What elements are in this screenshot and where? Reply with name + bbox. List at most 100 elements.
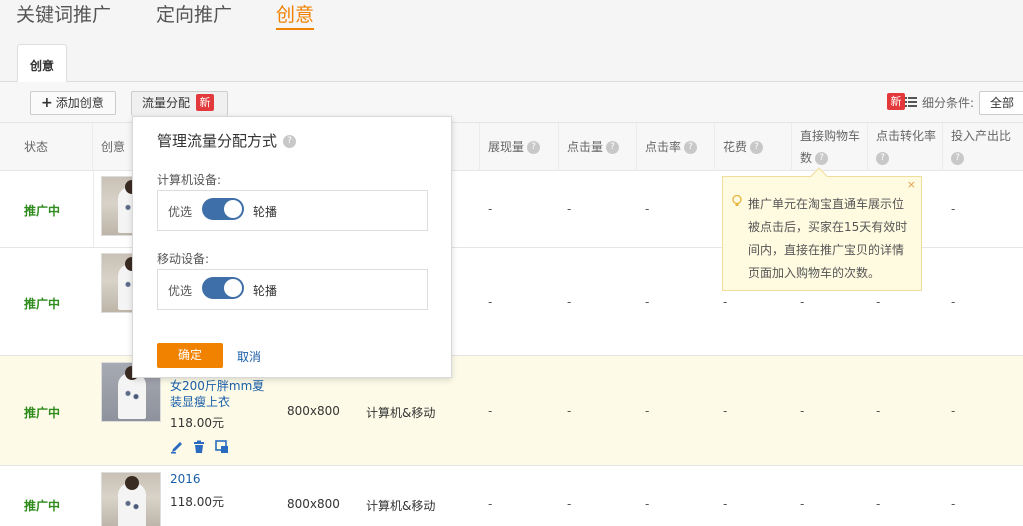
filter-label: 细分条件:: [922, 96, 975, 110]
add-creative-label: 添加创意: [55, 96, 104, 110]
th-roi-label: 投入产出比: [951, 129, 1012, 143]
th-cart: 直接购物车数?: [792, 123, 868, 171]
th-cart-label: 直接购物车: [800, 129, 861, 143]
tab-creative[interactable]: 创意: [276, 0, 315, 30]
mobile-allocation-toggle[interactable]: [202, 277, 244, 299]
creative-size: 800x800: [287, 404, 340, 418]
th-cart-label-2: 数: [800, 151, 813, 165]
th-roi: 投入产出比?: [943, 123, 1023, 171]
conversion-value: -: [876, 295, 881, 309]
help-icon[interactable]: ?: [815, 152, 829, 165]
th-conversion: 点击转化率?: [868, 123, 943, 171]
traffic-allocation-popover: 管理流量分配方式? 计算机设备: 优选 轮播 移动设备: 优选 轮播 确定 取消: [132, 116, 452, 378]
status-text: 推广中: [24, 204, 61, 218]
help-icon[interactable]: ?: [876, 152, 889, 165]
creative-title-link[interactable]: 2016: [170, 471, 275, 487]
impressions-value: -: [488, 202, 493, 216]
toggle-knob: [224, 279, 242, 297]
replace-image-icon[interactable]: [215, 440, 229, 454]
cart-value: -: [800, 497, 805, 511]
mobile-option-prefer: 优选: [168, 284, 193, 298]
popover-title: 管理流量分配方式?: [157, 130, 297, 151]
th-ctr-label: 点击率: [645, 140, 682, 154]
status-text: 推广中: [24, 499, 61, 513]
list-icon[interactable]: [905, 96, 917, 108]
mobile-device-label: 移动设备:: [157, 252, 210, 266]
toggle-knob: [224, 200, 242, 218]
clicks-value: -: [567, 404, 572, 418]
edit-icon[interactable]: [170, 440, 184, 454]
th-clicks-label: 点击量: [567, 140, 604, 154]
th-cost: 花费?: [715, 123, 792, 171]
help-icon[interactable]: ?: [527, 141, 541, 154]
ctr-value: -: [645, 404, 650, 418]
th-creative-label: 创意: [101, 140, 126, 154]
tab-targeted-promotion[interactable]: 定向推广: [156, 0, 232, 27]
creative-device: 计算机&移动: [366, 406, 436, 420]
impressions-value: -: [488, 404, 493, 418]
tooltip-text: 推广单元在淘宝直通车展示位被点击后，买家在15天有效时间内，直接在推广宝贝的详情…: [748, 197, 908, 280]
th-status: 状态: [16, 123, 93, 171]
roi-value: -: [951, 404, 956, 418]
clicks-value: -: [567, 497, 572, 511]
filter-select[interactable]: 全部: [979, 91, 1023, 115]
traffic-allocation-button[interactable]: 流量分配新: [131, 91, 228, 116]
plus-icon: +: [41, 95, 53, 111]
roi-value: -: [951, 295, 956, 309]
lightbulb-icon: [732, 195, 742, 206]
th-conversion-label: 点击转化率: [876, 129, 937, 143]
th-clicks: 点击量?: [559, 123, 637, 171]
help-icon[interactable]: ?: [951, 152, 964, 165]
ctr-value: -: [645, 202, 650, 216]
table-row: 推广中 2016 118.00元 800x800 计算机&移动 - - - - …: [0, 466, 1023, 526]
pc-option-prefer: 优选: [168, 205, 193, 219]
th-impressions: 展现量?: [480, 123, 559, 171]
th-status-label: 状态: [24, 140, 49, 154]
traffic-allocation-label: 流量分配: [142, 96, 191, 110]
help-icon[interactable]: ?: [606, 141, 620, 154]
pc-option-rotate: 轮播: [253, 205, 278, 219]
sub-tab-bar: 创意: [0, 44, 1023, 83]
status-text: 推广中: [24, 406, 61, 420]
conversion-value: -: [876, 404, 881, 418]
pc-allocation-toggle[interactable]: [202, 198, 244, 220]
confirm-button[interactable]: 确定: [157, 343, 223, 368]
delete-icon[interactable]: [192, 440, 206, 454]
tab-keyword-promotion[interactable]: 关键词推广: [16, 0, 111, 27]
cart-value: -: [800, 295, 805, 309]
creative-price: 118.00元: [170, 416, 224, 430]
close-icon[interactable]: ×: [907, 178, 916, 191]
cost-value: -: [723, 295, 728, 309]
filter-new-badge: 新: [887, 93, 905, 110]
th-cost-label: 花费: [723, 140, 748, 154]
help-icon[interactable]: ?: [750, 141, 764, 154]
add-creative-button[interactable]: + 添加创意: [30, 91, 116, 115]
ctr-value: -: [645, 295, 650, 309]
conversion-value: -: [876, 497, 881, 511]
pc-device-label: 计算机设备:: [157, 173, 222, 187]
help-icon[interactable]: ?: [684, 141, 698, 154]
cancel-link[interactable]: 取消: [237, 348, 261, 365]
creative-size: 800x800: [287, 497, 340, 511]
clicks-value: -: [567, 295, 572, 309]
product-thumbnail[interactable]: [101, 472, 161, 526]
mobile-allocation-box: 优选 轮播: [157, 269, 428, 310]
creative-price: 118.00元: [170, 495, 224, 509]
cost-value: -: [723, 497, 728, 511]
status-text: 推广中: [24, 297, 61, 311]
pc-allocation-box: 优选 轮播: [157, 190, 428, 231]
clicks-value: -: [567, 202, 572, 216]
sub-tab-creative[interactable]: 创意: [17, 44, 67, 83]
ctr-value: -: [645, 497, 650, 511]
th-impressions-label: 展现量: [488, 140, 525, 154]
cart-help-tooltip: 推广单元在淘宝直通车展示位被点击后，买家在15天有效时间内，直接在推广宝贝的详情…: [722, 167, 922, 291]
creative-title-link[interactable]: 女200斤胖mm夏装显瘦上衣: [170, 378, 275, 410]
new-badge: 新: [196, 94, 215, 111]
impressions-value: -: [488, 497, 493, 511]
help-icon[interactable]: ?: [283, 135, 297, 148]
top-tabs: 关键词推广 定向推广 创意: [0, 0, 1023, 32]
mobile-option-rotate: 轮播: [253, 284, 278, 298]
cost-value: -: [723, 404, 728, 418]
roi-value: -: [951, 497, 956, 511]
impressions-value: -: [488, 295, 493, 309]
